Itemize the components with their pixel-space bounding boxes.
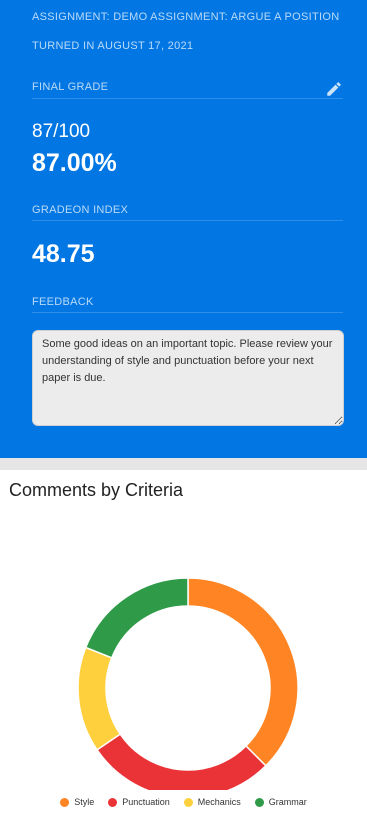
section-divider (0, 458, 367, 470)
legend-label: Mechanics (197, 797, 241, 807)
gradeon-index-label: GRADEON INDEX (32, 204, 129, 216)
legend-label: Style (74, 797, 95, 807)
legend-item-style[interactable]: Style (60, 797, 94, 807)
donut-slice-mechanics[interactable] (77, 646, 122, 751)
turned-in-date: TURNED IN AUGUST 17, 2021 (32, 40, 194, 52)
legend-item-grammar[interactable]: Grammar (254, 797, 307, 807)
grade-percent: 87.00% (32, 149, 117, 177)
feedback-divider (32, 312, 343, 313)
feedback-textarea[interactable]: Some good ideas on an important topic. P… (32, 330, 344, 426)
legend-swatch (254, 797, 264, 807)
final-grade-divider (32, 98, 343, 99)
final-grade-label: FINAL GRADE (32, 81, 109, 93)
legend-swatch (108, 797, 118, 807)
assignment-title: ASSIGNMENT: DEMO ASSIGNMENT: ARGUE A POS… (32, 11, 340, 23)
donut-slice-punctuation[interactable] (95, 733, 267, 790)
criteria-donut-chart (77, 577, 299, 790)
legend-item-punctuation[interactable]: Punctuation (108, 797, 170, 807)
gradeon-index-value: 48.75 (32, 240, 95, 268)
donut-slice-style[interactable] (187, 577, 299, 767)
legend-label: Grammar (268, 797, 307, 807)
legend-swatch (183, 797, 193, 807)
grade-score: 87/100 (32, 121, 91, 142)
grade-summary-panel: ASSIGNMENT: DEMO ASSIGNMENT: ARGUE A POS… (0, 0, 367, 458)
chart-legend: Style Punctuation Mechanics Grammar (0, 797, 367, 807)
donut-slice-grammar[interactable] (84, 577, 189, 659)
feedback-label: FEEDBACK (32, 296, 94, 308)
legend-item-mechanics[interactable]: Mechanics (183, 797, 241, 807)
legend-label: Punctuation (122, 797, 170, 807)
legend-swatch (60, 797, 70, 807)
pencil-icon[interactable] (325, 80, 343, 98)
gradeon-index-divider (32, 220, 343, 221)
